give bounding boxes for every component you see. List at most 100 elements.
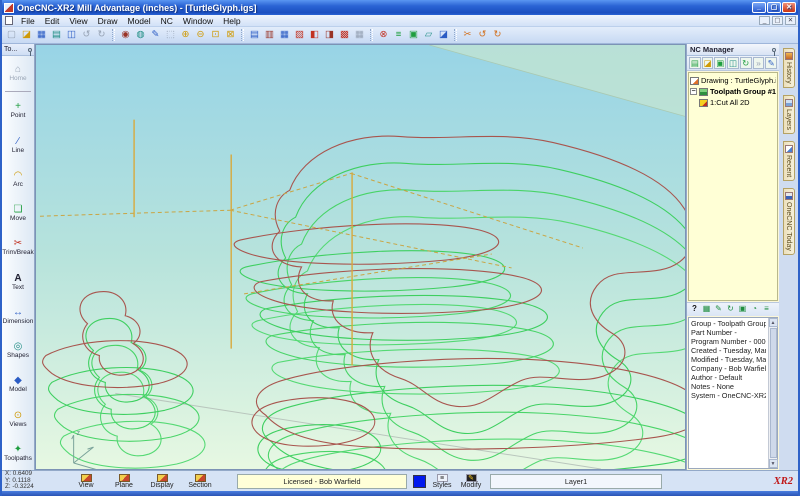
redraw-icon[interactable]: ◉ — [118, 28, 133, 42]
close-button[interactable]: ✕ — [782, 2, 796, 13]
sidebar-item-model[interactable]: ◆ Model — [2, 367, 34, 401]
print-icon[interactable]: ▤ — [49, 28, 64, 42]
zoom-extents-icon[interactable]: ⊠ — [223, 28, 238, 42]
view-side-icon[interactable]: ▦ — [277, 28, 292, 42]
mdi-close-button[interactable]: ✕ — [785, 16, 796, 25]
menu-help[interactable]: Help — [218, 16, 245, 26]
select-window-icon[interactable]: ⬚ — [163, 28, 178, 42]
edit-operation-icon[interactable]: ✎ — [713, 304, 724, 315]
post-process-icon[interactable]: ↻ — [725, 304, 736, 315]
toolbar-grip[interactable] — [454, 29, 457, 41]
plane-button[interactable]: Plane — [105, 473, 143, 489]
statistics-icon[interactable]: ▣ — [737, 304, 748, 315]
sidebar-item-views[interactable]: ⊙ Views — [2, 402, 34, 436]
modify-button[interactable]: ✎ Modify — [458, 473, 484, 489]
tab-history[interactable]: History — [782, 48, 795, 88]
pin-icon[interactable] — [772, 47, 776, 56]
nc-open-icon[interactable]: ◪ — [701, 57, 714, 69]
help-icon[interactable]: ? — [689, 304, 700, 315]
translate-icon[interactable]: ▱ — [421, 28, 436, 42]
menu-nc[interactable]: NC — [156, 16, 178, 26]
sidebar-item-toolpaths[interactable]: ✦ Toolpaths — [2, 436, 34, 470]
section-button[interactable]: Section — [181, 473, 219, 489]
active-color-swatch[interactable] — [413, 474, 426, 488]
verify-icon[interactable]: ▣ — [406, 28, 421, 42]
viewport-canvas[interactable]: z — [35, 44, 686, 470]
open-icon[interactable]: ◪ — [19, 28, 34, 42]
toolbar-grip[interactable] — [370, 29, 373, 41]
nc-copy-icon[interactable]: ◫ — [727, 57, 739, 69]
toolbar-grip[interactable] — [112, 29, 115, 41]
sidebar-item-move[interactable]: ❏ Move — [2, 196, 34, 230]
delete-icon[interactable]: ⊗ — [376, 28, 391, 42]
sidebar-item-line[interactable]: ∕ Line — [2, 128, 34, 162]
nc-new-group-icon[interactable]: ▣ — [714, 57, 727, 69]
scroll-thumb[interactable] — [769, 328, 777, 458]
arc-icon: ◠ — [13, 169, 23, 181]
mdi-restore-button[interactable]: ▢ — [772, 16, 783, 25]
layers-icon[interactable]: ≡ — [391, 28, 406, 42]
viewport-2-icon[interactable]: ◨ — [322, 28, 337, 42]
document-icon[interactable] — [5, 16, 13, 25]
tab-recent[interactable]: Recent — [782, 140, 795, 181]
nc-save-icon[interactable]: ▤ — [689, 57, 701, 69]
redo-icon[interactable]: ↻ — [94, 28, 109, 42]
properties-icon[interactable]: ≡ — [761, 304, 772, 315]
view-iso-icon[interactable]: ▨ — [292, 28, 307, 42]
info-scrollbar[interactable]: ▲ ▼ — [768, 318, 778, 468]
tab-layers[interactable]: Layers — [782, 94, 795, 134]
menu-draw[interactable]: Draw — [93, 16, 123, 26]
viewport-4-icon[interactable]: ▩ — [337, 28, 352, 42]
pin-icon[interactable] — [28, 47, 32, 56]
active-layer[interactable]: Layer1 — [490, 473, 662, 489]
pen-icon[interactable]: ✎ — [148, 28, 163, 42]
maximize-button[interactable]: ▢ — [767, 2, 781, 13]
scroll-up-icon[interactable]: ▲ — [768, 318, 778, 327]
shade-icon[interactable]: ◍ — [133, 28, 148, 42]
display-button[interactable]: Display — [143, 473, 181, 489]
tree-item-drawing[interactable]: Drawing : TurtleGlyph.igs — [690, 75, 776, 86]
cycle-time-icon[interactable]: ◔ — [749, 304, 760, 315]
mdi-minimize-button[interactable]: _ — [759, 16, 770, 25]
new-icon[interactable]: ▢ — [4, 28, 19, 42]
view-top-icon[interactable]: ▤ — [247, 28, 262, 42]
viewport-1-icon[interactable]: ◧ — [307, 28, 322, 42]
menu-file[interactable]: File — [16, 16, 40, 26]
zoom-out-icon[interactable]: ⊖ — [193, 28, 208, 42]
nc-find-icon[interactable]: ✎ — [765, 57, 778, 69]
tab-onecnc-today[interactable]: OneCNC Today — [782, 187, 795, 255]
styles-button[interactable]: ≡ Styles — [429, 473, 455, 489]
scroll-down-icon[interactable]: ▼ — [768, 459, 778, 468]
collapse-icon[interactable]: − — [690, 88, 697, 95]
sidebar-item-arc[interactable]: ◠ Arc — [2, 162, 34, 196]
undo-icon[interactable]: ↺ — [79, 28, 94, 42]
sidebar-item-dimension[interactable]: ↔ Dimension — [2, 299, 34, 333]
rotate-right-icon[interactable]: ↻ — [490, 28, 505, 42]
nc-regenerate-icon[interactable]: ↻ — [739, 57, 752, 69]
sidebar-item-home[interactable]: ⌂ Home — [2, 56, 34, 90]
view-front-icon[interactable]: ▥ — [262, 28, 277, 42]
view-button[interactable]: View — [67, 473, 105, 489]
tree-item-toolpath-group[interactable]: − Toolpath Group #1 — [690, 86, 776, 97]
erase-icon[interactable]: ✂ — [460, 28, 475, 42]
viewport-grid-icon[interactable]: ▦ — [352, 28, 367, 42]
sidebar-item-point[interactable]: + Point — [2, 93, 34, 127]
menu-edit[interactable]: Edit — [40, 16, 65, 26]
toolbar-grip[interactable] — [241, 29, 244, 41]
material-icon[interactable]: ◪ — [436, 28, 451, 42]
preview-icon[interactable]: ◫ — [64, 28, 79, 42]
nc-machine-all-icon[interactable]: » — [752, 57, 765, 69]
sidebar-item-shapes[interactable]: ◎ Shapes — [2, 333, 34, 367]
verify-toolpath-icon[interactable]: ▦ — [701, 304, 712, 315]
minimize-button[interactable]: _ — [752, 2, 766, 13]
menu-model[interactable]: Model — [122, 16, 155, 26]
rotate-left-icon[interactable]: ↺ — [475, 28, 490, 42]
tree-item-operation[interactable]: 1:Cut All 2D — [690, 97, 776, 108]
zoom-in-icon[interactable]: ⊕ — [178, 28, 193, 42]
zoom-window-icon[interactable]: ⊡ — [208, 28, 223, 42]
menu-window[interactable]: Window — [178, 16, 218, 26]
sidebar-item-text[interactable]: A Text — [2, 265, 34, 299]
menu-view[interactable]: View — [64, 16, 92, 26]
save-icon[interactable]: ▦ — [34, 28, 49, 42]
sidebar-item-trim-break[interactable]: ✂ Trim/Break — [2, 230, 34, 264]
